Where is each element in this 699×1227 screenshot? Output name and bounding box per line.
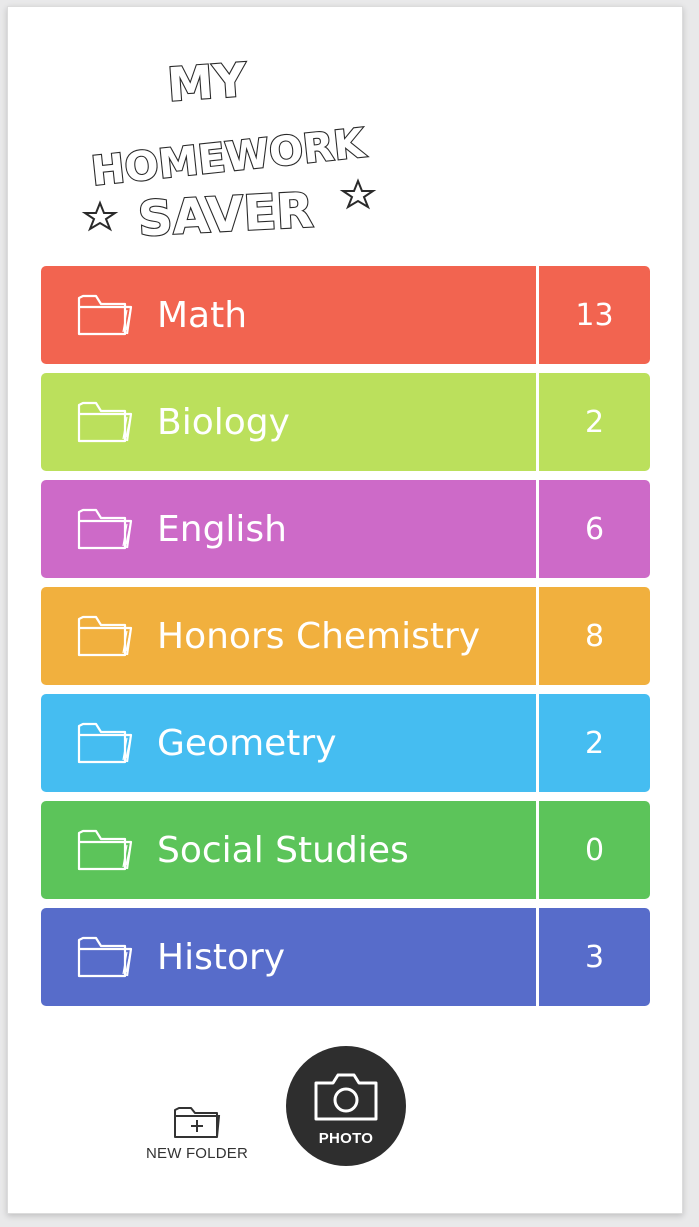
folder-name: Biology <box>157 401 290 443</box>
new-folder-button[interactable]: NEW FOLDER <box>138 1101 256 1171</box>
folder-row[interactable]: Geometry 2 <box>41 694 650 792</box>
folder-plus-icon <box>174 1107 221 1138</box>
folder-icon <box>73 504 135 554</box>
camera-icon <box>314 1073 378 1121</box>
app-screen: MY HOMEWORK SAVER Math 13 Biology 2 English 6… <box>7 6 683 1214</box>
folder-icon <box>73 932 135 982</box>
folder-count: 8 <box>584 618 605 654</box>
folder-icon <box>73 825 135 875</box>
folder-row[interactable]: Social Studies 0 <box>41 801 650 899</box>
folder-count: 3 <box>584 939 605 975</box>
photo-button[interactable]: PHOTO <box>286 1046 406 1166</box>
folder-row[interactable]: English 6 <box>41 480 650 578</box>
folder-name: Math <box>157 294 248 336</box>
folder-count: 2 <box>584 404 605 440</box>
folder-row[interactable]: Biology 2 <box>41 373 650 471</box>
folder-name: Social Studies <box>157 829 409 871</box>
folder-icon <box>73 718 135 768</box>
logo-line-my: MY <box>166 52 249 111</box>
logo-line-saver: SAVER <box>137 182 315 247</box>
new-folder-label: NEW FOLDER <box>145 1145 248 1162</box>
folder-list: Math 13 Biology 2 English 6 Honors Chemistry 8 G… <box>41 266 650 1015</box>
folder-count: 13 <box>575 297 614 333</box>
app-logo: MY HOMEWORK SAVER <box>76 51 386 251</box>
folder-row[interactable]: Honors Chemistry 8 <box>41 587 650 685</box>
folder-row[interactable]: History 3 <box>41 908 650 1006</box>
folder-icon <box>73 290 135 340</box>
folder-name: Honors Chemistry <box>157 615 481 657</box>
folder-row[interactable]: Math 13 <box>41 266 650 364</box>
folder-count: 6 <box>584 511 605 547</box>
folder-icon <box>73 611 135 661</box>
folder-name: History <box>157 936 286 978</box>
folder-name: English <box>157 508 287 550</box>
folder-count: 2 <box>584 725 605 761</box>
logo-line-homework: HOMEWORK <box>89 120 369 195</box>
folder-name: Geometry <box>157 722 337 764</box>
folder-icon <box>73 397 135 447</box>
folder-count: 0 <box>584 832 605 868</box>
photo-label: PHOTO <box>318 1130 374 1147</box>
